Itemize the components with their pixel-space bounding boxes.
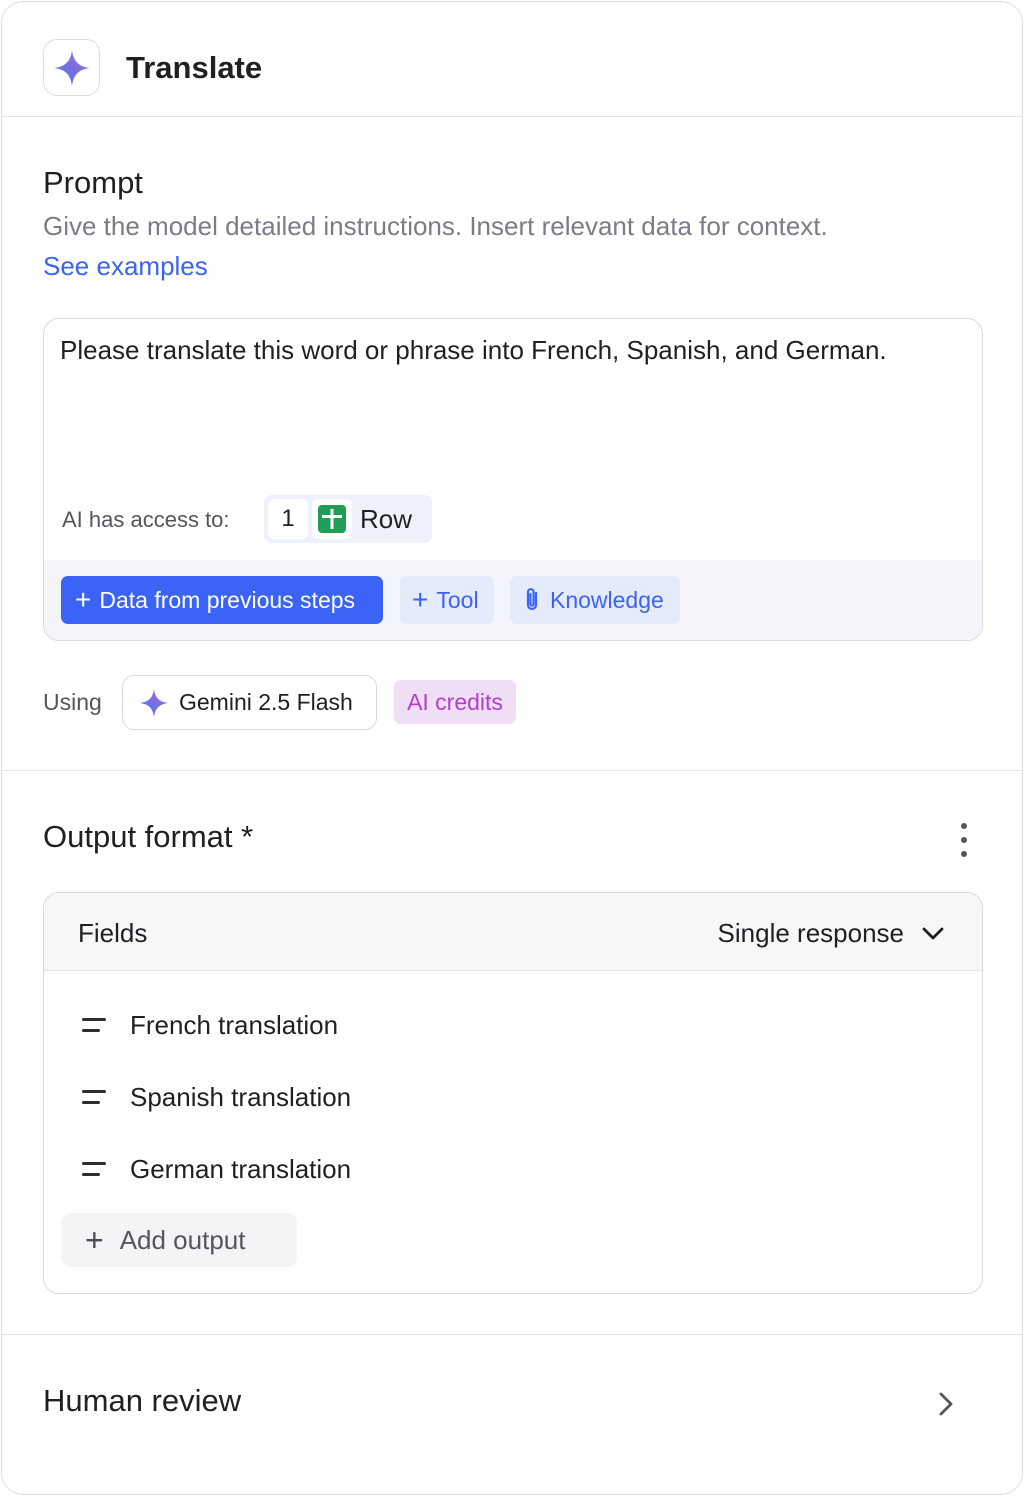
output-field-item[interactable]: Spanish translation <box>82 1077 351 1117</box>
output-format-section: Output format * Fields Single response F… <box>2 771 1022 1335</box>
panel-header: Translate <box>2 2 1022 117</box>
output-field-label: French translation <box>130 1009 339 1040</box>
add-output-button[interactable]: + Add output <box>61 1213 297 1267</box>
add-knowledge-button[interactable]: Knowledge <box>510 576 680 624</box>
access-count: 1 <box>268 499 308 539</box>
gemini-sparkle-icon <box>139 688 169 717</box>
spreadsheet-icon <box>312 499 352 539</box>
output-field-item[interactable]: German translation <box>82 1149 351 1189</box>
human-review-row[interactable]: Human review <box>2 1335 1022 1494</box>
step-title: Translate <box>126 50 263 85</box>
using-label: Using <box>43 689 102 715</box>
output-field-item[interactable]: French translation <box>82 1005 338 1045</box>
prompt-description: Give the model detailed instructions. In… <box>43 211 828 241</box>
more-options-icon[interactable] <box>952 823 976 857</box>
prompt-heading: Prompt <box>43 165 143 200</box>
response-mode-dropdown[interactable]: Single response <box>718 918 944 949</box>
response-mode-value: Single response <box>717 918 904 948</box>
prompt-text[interactable]: Please translate this word or phrase int… <box>60 335 887 366</box>
short-text-icon <box>82 1018 108 1032</box>
access-chip[interactable]: 1 Row <box>264 495 432 543</box>
prompt-section: Prompt Give the model detailed instructi… <box>2 117 1022 771</box>
chevron-down-icon <box>922 927 944 939</box>
add-tool-button[interactable]: + Tool <box>400 576 494 624</box>
paperclip-icon <box>526 588 538 611</box>
step-config-panel: Translate Prompt Give the model detailed… <box>1 1 1023 1495</box>
data-from-previous-steps-button[interactable]: + Data from previous steps <box>61 576 383 624</box>
fields-box: Fields Single response French translatio… <box>43 892 983 1294</box>
gemini-sparkle-icon <box>53 49 90 86</box>
app-icon <box>43 39 100 96</box>
plus-icon: + <box>85 1222 104 1258</box>
prompt-toolbar: + Data from previous steps + Tool Knowle… <box>44 560 982 640</box>
see-examples-link[interactable]: See examples <box>43 251 208 282</box>
plus-icon: + <box>75 584 92 615</box>
model-name: Gemini 2.5 Flash <box>179 689 353 715</box>
human-review-heading: Human review <box>43 1383 242 1418</box>
short-text-icon <box>82 1090 108 1104</box>
chevron-right-icon <box>939 1392 953 1416</box>
output-field-label: Spanish translation <box>130 1081 352 1112</box>
plus-icon: + <box>412 584 429 615</box>
access-item-label: Row <box>360 503 413 534</box>
prompt-editor[interactable]: Please translate this word or phrase int… <box>43 318 983 641</box>
model-selector[interactable]: Gemini 2.5 Flash <box>122 675 377 730</box>
add-output-label: Add output <box>119 1224 246 1255</box>
output-field-label: German translation <box>130 1153 352 1184</box>
short-text-icon <box>82 1162 108 1176</box>
fields-header: Fields Single response <box>44 893 982 971</box>
fields-label: Fields <box>78 918 148 948</box>
ai-credits-badge: AI credits <box>394 680 516 724</box>
output-format-heading: Output format * <box>43 819 254 854</box>
access-label: AI has access to: <box>62 507 230 532</box>
